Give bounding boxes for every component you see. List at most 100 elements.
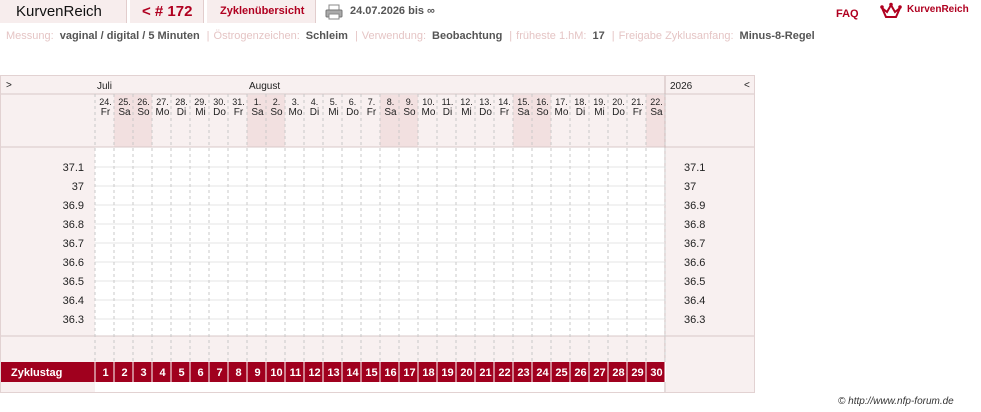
app-title[interactable]: KurvenReich: [0, 0, 127, 23]
cycle-chart: > <2026 Juli August 37.1 37.1 37 37 36.9 36.9 36.8…: [0, 75, 755, 393]
day-number: 29.: [194, 97, 207, 107]
temperature-label-right: 36.3: [684, 314, 705, 326]
cycle-day-number: 26: [574, 367, 586, 379]
settings-label: Freigabe Zyklusanfang:: [618, 30, 734, 42]
temperature-label-right: 37: [684, 181, 696, 193]
temperature-label-right: 36.5: [684, 276, 705, 288]
cycle-day-number: 28: [612, 367, 624, 379]
weekday-label: Mi: [195, 107, 206, 118]
day-number: 13.: [479, 97, 492, 107]
temperature-label-right: 37.1: [684, 162, 705, 174]
settings-value: Minus-8-Regel: [739, 30, 815, 42]
weekday-label: Fr: [101, 107, 111, 118]
weekday-label: Fr: [633, 107, 643, 118]
settings-label: Verwendung:: [361, 30, 427, 42]
day-number: 31.: [232, 97, 245, 107]
weekday-label: Mo: [422, 107, 436, 118]
cycle-settings: Messung: vaginal / digital / 5 Minuten | Ös…: [6, 30, 818, 42]
cycle-day-number: 29: [631, 367, 643, 379]
settings-value: vaginal / digital / 5 Minuten: [59, 30, 200, 42]
tab-cycle-overview[interactable]: Zyklenübersicht: [207, 0, 316, 23]
cycle-nav-button[interactable]: < # 172: [130, 0, 204, 23]
cycle-day-number: 21: [479, 367, 491, 379]
settings-label: Messung:: [6, 30, 54, 42]
day-number: 22.: [650, 97, 663, 107]
temperature-area: [95, 148, 665, 336]
cycle-day-number: 3: [140, 367, 146, 379]
weekday-label: Fr: [234, 107, 244, 118]
left-axis-panel: [1, 76, 95, 392]
temperature-label-left: 37.1: [63, 162, 84, 174]
cycle-day-number: 19: [441, 367, 453, 379]
weekday-label: Di: [576, 107, 585, 118]
temperature-label-left: 36.5: [63, 276, 84, 288]
cycle-day-number: 24: [536, 367, 549, 379]
cycle-day-number: 23: [517, 367, 529, 379]
weekday-label: Di: [310, 107, 319, 118]
weekday-label: So: [403, 107, 416, 118]
month-label: Juli: [97, 81, 112, 92]
weekday-label: Fr: [367, 107, 377, 118]
day-number: 3.: [292, 97, 300, 107]
weekday-label: Di: [443, 107, 452, 118]
copyright: © http://www.nfp-forum.de: [838, 396, 954, 407]
cycle-day-number: 13: [327, 367, 339, 379]
weekday-label: Di: [177, 107, 186, 118]
temperature-label-left: 36.3: [63, 314, 84, 326]
day-number: 10.: [422, 97, 435, 107]
weekday-label: Sa: [251, 107, 264, 118]
settings-value: 17: [592, 30, 605, 42]
logo-text[interactable]: KurvenReich: [907, 4, 969, 15]
cycle-day-number: 15: [365, 367, 377, 379]
cycle-day-number: 17: [403, 367, 415, 379]
temperature-label-left: 36.9: [63, 200, 84, 212]
weekday-label: Do: [346, 107, 359, 118]
day-number: 12.: [460, 97, 473, 107]
day-number: 28.: [175, 97, 188, 107]
cycle-day-number: 22: [498, 367, 510, 379]
settings-label: Östrogenzeichen:: [213, 30, 300, 42]
weekday-label: Fr: [500, 107, 510, 118]
faq-link[interactable]: FAQ: [836, 8, 859, 20]
weekday-label: Mo: [156, 107, 170, 118]
right-axis-panel: [666, 76, 754, 392]
temperature-label-right: 36.9: [684, 200, 705, 212]
weekday-label: Mo: [555, 107, 569, 118]
temperature-label-left: 36.4: [63, 295, 84, 307]
temperature-label-left: 36.7: [63, 238, 84, 250]
cycle-day-number: 9: [254, 367, 260, 379]
temperature-label-right: 36.4: [684, 295, 705, 307]
cycle-day-number: 5: [178, 367, 184, 379]
settings-separator: |: [354, 30, 358, 42]
settings-separator: |: [509, 30, 513, 42]
printer-icon[interactable]: [325, 4, 343, 20]
cycle-day-number: 7: [216, 367, 222, 379]
weekday-label: Sa: [384, 107, 397, 118]
cycle-day-label: Zyklustag: [11, 367, 62, 379]
day-number: 4.: [311, 97, 319, 107]
day-number: 7.: [368, 97, 376, 107]
cycle-chart-svg: > <2026Juli August37.1 37.137 3736.9 36.936.8…: [1, 76, 754, 392]
day-number: 21.: [631, 97, 644, 107]
weekday-label: Do: [479, 107, 492, 118]
day-number: 30.: [213, 97, 226, 107]
day-number: 2.: [273, 97, 281, 107]
cycle-day-number: 14: [346, 367, 359, 379]
weekday-label: Mi: [461, 107, 472, 118]
cycle-day-number: 11: [290, 367, 302, 379]
day-number: 18.: [574, 97, 587, 107]
weekday-label: Mi: [328, 107, 339, 118]
cycle-day-number: 25: [555, 367, 567, 379]
day-number: 26.: [137, 97, 150, 107]
temperature-label-right: 36.8: [684, 219, 705, 231]
temperature-label-right: 36.6: [684, 257, 705, 269]
day-number: 17.: [555, 97, 568, 107]
day-number: 24.: [99, 97, 112, 107]
weekday-label: Mi: [594, 107, 605, 118]
crown-icon[interactable]: [880, 2, 902, 20]
cycle-day-number: 2: [121, 367, 127, 379]
day-number: 14.: [498, 97, 511, 107]
day-number: 19.: [593, 97, 606, 107]
temperature-label-left: 36.8: [63, 219, 84, 231]
weekday-label: So: [137, 107, 150, 118]
